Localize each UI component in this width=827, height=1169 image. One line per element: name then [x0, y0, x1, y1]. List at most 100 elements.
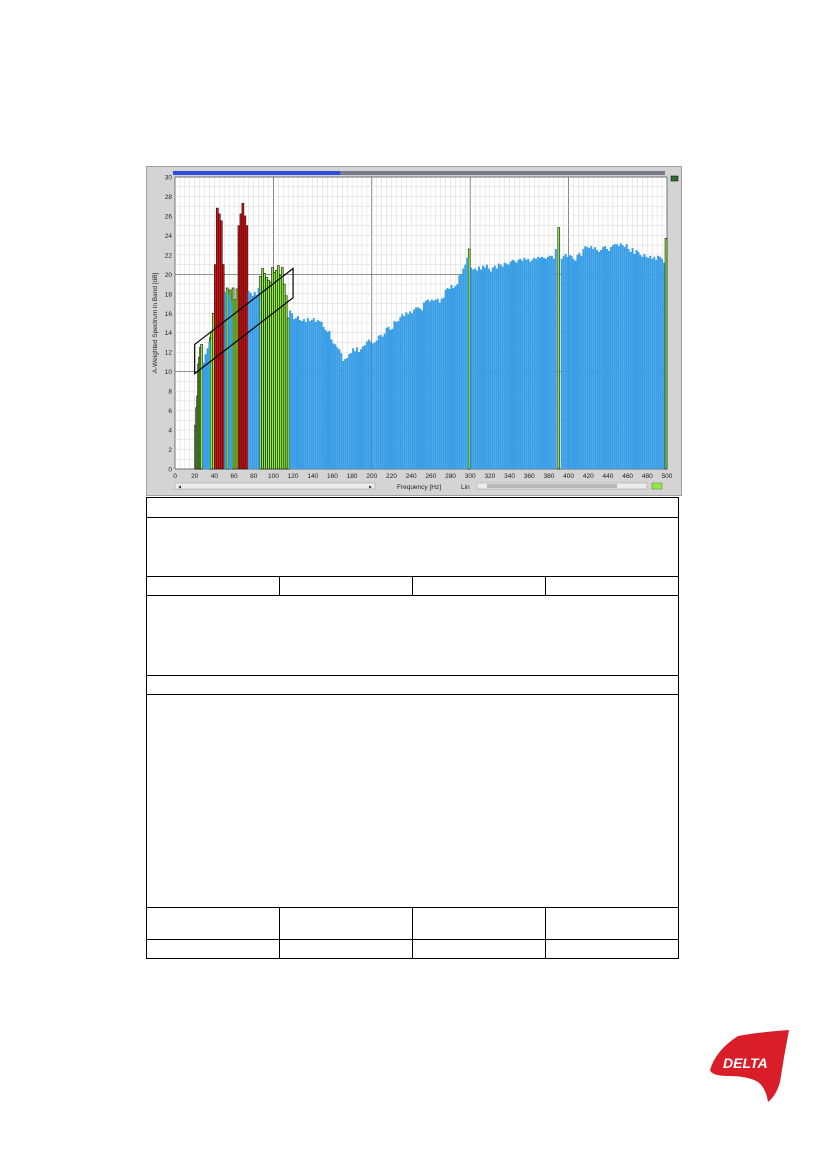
spectrum-bar — [308, 321, 311, 469]
delta-logo-text: DELTA — [723, 1055, 768, 1071]
spectrum-bar — [312, 318, 315, 469]
x-tick-label: 80 — [250, 473, 258, 480]
table-row — [146, 694, 679, 908]
y-tick-label: 22 — [165, 252, 173, 259]
spectrum-bar — [434, 299, 437, 469]
y-tick-label: 8 — [168, 389, 172, 396]
table-row — [146, 675, 679, 695]
spectrum-bar — [631, 248, 634, 469]
spectrum-bar — [493, 265, 496, 469]
scroll-right-arrow[interactable]: ▸ — [369, 485, 372, 491]
spectrum-bar — [202, 362, 205, 469]
spectrum-bar — [539, 257, 542, 469]
spectrum-bar — [519, 258, 522, 469]
y-tick-label: 26 — [165, 213, 173, 220]
spectrum-bar — [592, 249, 595, 469]
spectrum-bar — [338, 349, 341, 469]
spectrum-bar — [633, 253, 636, 469]
spectrum-bar — [371, 343, 374, 469]
spectrum-bar — [295, 318, 298, 469]
spectrum-bar — [505, 263, 508, 469]
spectrum-bar — [405, 312, 408, 469]
spectrum-bar — [625, 244, 628, 469]
scale-mode-label[interactable]: Lin — [461, 484, 470, 491]
spectrum-bar — [356, 347, 359, 469]
spectrum-bar — [566, 256, 569, 469]
y-tick-label: 6 — [168, 408, 172, 415]
spectrum-bar — [417, 307, 420, 469]
spectrum-bar — [466, 257, 469, 469]
spectrum-bar — [354, 351, 357, 469]
spectrum-bar — [228, 294, 231, 469]
scrollbar-left[interactable] — [174, 482, 376, 490]
spectrum-bar — [328, 330, 331, 469]
spectrum-bar — [369, 341, 372, 469]
spectrum-bar — [383, 333, 386, 469]
spectrum-bar — [342, 360, 345, 469]
spectrum-bar — [604, 246, 606, 469]
spectrum-bar — [489, 271, 492, 469]
spectrum-bar — [399, 317, 402, 469]
spectrum-bar — [230, 301, 233, 469]
spectrum-bar — [621, 245, 624, 469]
spectrum-bar — [472, 269, 475, 469]
spectrum-bar — [352, 348, 355, 469]
spectrum-bar — [485, 264, 488, 469]
spectrum-bar — [651, 258, 654, 469]
spectrum-bar — [395, 322, 398, 469]
x-tick-label: 460 — [622, 473, 633, 480]
spectrum-bar — [580, 255, 583, 469]
spectrum-bar — [564, 253, 567, 469]
y-tick-label: 10 — [165, 369, 173, 376]
spectrum-bar — [594, 247, 597, 469]
spectrum-bar — [495, 268, 498, 469]
spectrum-bar — [537, 256, 540, 469]
y-axis-label: A-Weighted Spectrum in Band [dB] — [152, 272, 159, 373]
spectrum-bar — [476, 270, 479, 469]
scroll-left-arrow[interactable]: ◂ — [178, 485, 181, 491]
x-tick-label: 60 — [230, 473, 238, 480]
spectrum-bar — [548, 255, 551, 469]
spectrum-bar — [627, 249, 630, 469]
spectrum-bar — [590, 246, 593, 469]
y-tick-label: 14 — [165, 330, 173, 337]
spectrum-bar — [615, 244, 618, 469]
spectrum-bar — [302, 319, 305, 469]
spectrum-bar — [310, 320, 313, 469]
spectrum-bar — [529, 261, 532, 469]
spectrum-bar — [574, 260, 577, 469]
spectrum-bar — [375, 340, 378, 469]
table-cell — [412, 907, 546, 940]
spectrum-bar — [531, 259, 534, 469]
spectrum-bar — [546, 256, 549, 469]
spectrum-bar — [509, 261, 512, 469]
y-tick-label: 30 — [165, 175, 173, 182]
spectrum-bar — [289, 310, 292, 469]
spectrum-bar — [291, 313, 294, 469]
spectrum-bar — [221, 264, 225, 470]
spectrum-bar — [464, 264, 467, 469]
spectrum-bar — [613, 244, 616, 469]
spectrum-bar — [334, 344, 337, 469]
y-tick-label: 2 — [168, 447, 172, 454]
spectrum-bar — [478, 266, 481, 469]
spectrum-bar — [365, 341, 368, 469]
spectrum-bar — [458, 275, 461, 469]
spectrum-bar — [598, 251, 601, 469]
spectrum-bar — [419, 308, 421, 469]
y-tick-label: 28 — [165, 194, 173, 201]
spectrum-bar — [379, 334, 382, 469]
spectrum-bar — [596, 250, 599, 469]
table-cell — [545, 576, 679, 596]
spectrum-bar — [491, 267, 494, 469]
spectrum-bar — [436, 298, 439, 469]
legend-swatch — [651, 482, 663, 490]
spectrum-bar — [482, 265, 484, 469]
spectrum-bar — [664, 238, 668, 470]
spectrum-bar — [446, 287, 449, 469]
spectrum-bar — [562, 255, 565, 469]
scrollbar-thumb[interactable] — [487, 484, 617, 488]
spectrum-bar — [415, 307, 418, 469]
spectrum-bar — [483, 267, 486, 469]
spectrum-bar — [257, 287, 260, 469]
